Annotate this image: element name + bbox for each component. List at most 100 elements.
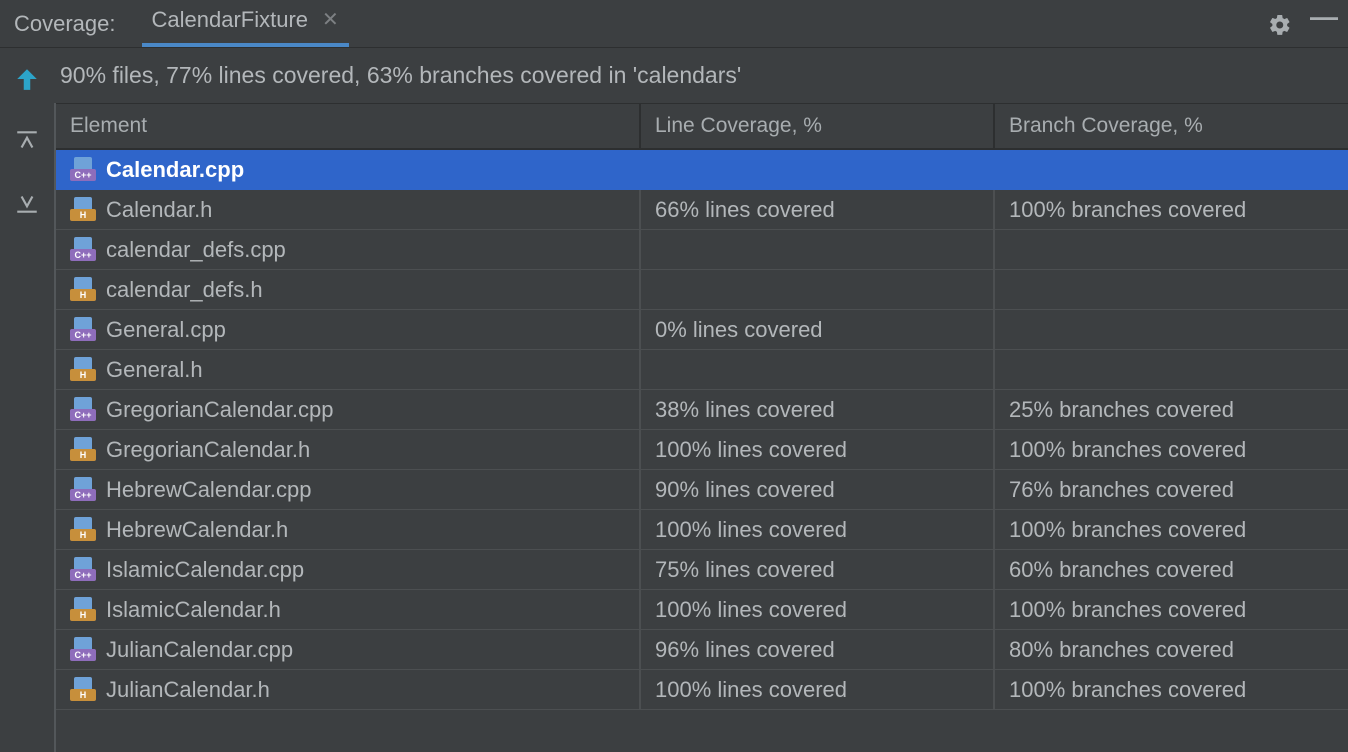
cell-element: HebrewCalendar.cpp (56, 470, 641, 509)
cell-branch-coverage (995, 230, 1348, 269)
cell-line-coverage (641, 150, 995, 189)
table-row[interactable]: GregorianCalendar.h 100% lines covered100… (56, 430, 1348, 470)
gear-icon[interactable] (1268, 13, 1292, 47)
cell-element: Calendar.cpp (56, 150, 641, 189)
table-row[interactable]: GregorianCalendar.cpp 38% lines covered25… (56, 390, 1348, 430)
filename: IslamicCalendar.h (106, 597, 281, 623)
column-line[interactable]: Line Coverage, % (641, 104, 995, 148)
table-row[interactable]: Calendar.h 66% lines covered100% branches… (56, 190, 1348, 230)
cell-branch-coverage: 100% branches covered (995, 430, 1348, 469)
filename: Calendar.h (106, 197, 212, 223)
header-file-icon (70, 517, 96, 543)
filename: IslamicCalendar.cpp (106, 557, 304, 583)
cell-branch-coverage: 80% branches covered (995, 630, 1348, 669)
header-file-icon (70, 357, 96, 383)
tab-label: CalendarFixture (152, 7, 309, 33)
header-file-icon (70, 677, 96, 703)
table-row[interactable]: JulianCalendar.h 100% lines covered100% b… (56, 670, 1348, 710)
table-row[interactable]: calendar_defs.h (56, 270, 1348, 310)
filename: GregorianCalendar.cpp (106, 397, 333, 423)
toolwindow-header: Coverage: CalendarFixture ✕ — (0, 0, 1348, 48)
cell-element: General.h (56, 350, 641, 389)
table-row[interactable]: HebrewCalendar.cpp 90% lines covered76% b… (56, 470, 1348, 510)
tab-calendar-fixture[interactable]: CalendarFixture ✕ (142, 0, 349, 47)
cell-element: calendar_defs.h (56, 270, 641, 309)
cpp-file-icon (70, 477, 96, 503)
filename: HebrewCalendar.cpp (106, 477, 311, 503)
cell-branch-coverage: 100% branches covered (995, 510, 1348, 549)
cpp-file-icon (70, 397, 96, 423)
filename: HebrewCalendar.h (106, 517, 288, 543)
table-row[interactable]: calendar_defs.cpp (56, 230, 1348, 270)
cell-line-coverage: 38% lines covered (641, 390, 995, 429)
cell-branch-coverage: 100% branches covered (995, 670, 1348, 709)
table-row[interactable]: HebrewCalendar.h 100% lines covered100% b… (56, 510, 1348, 550)
cell-line-coverage (641, 230, 995, 269)
cell-line-coverage: 100% lines covered (641, 430, 995, 469)
cell-line-coverage (641, 270, 995, 309)
main-panel: 90% files, 77% lines covered, 63% branch… (54, 48, 1348, 752)
cell-element: GregorianCalendar.cpp (56, 390, 641, 429)
cell-branch-coverage (995, 150, 1348, 189)
filename: General.h (106, 357, 203, 383)
cpp-file-icon (70, 317, 96, 343)
cell-line-coverage: 100% lines covered (641, 510, 995, 549)
table-row[interactable]: Calendar.cpp (56, 150, 1348, 190)
cell-line-coverage: 75% lines covered (641, 550, 995, 589)
table-row[interactable]: General.h (56, 350, 1348, 390)
cell-element: General.cpp (56, 310, 641, 349)
header-file-icon (70, 597, 96, 623)
cell-line-coverage: 90% lines covered (641, 470, 995, 509)
cpp-file-icon (70, 557, 96, 583)
go-up-icon[interactable] (14, 66, 40, 98)
cell-line-coverage: 66% lines covered (641, 190, 995, 229)
cell-element: HebrewCalendar.h (56, 510, 641, 549)
cell-branch-coverage: 76% branches covered (995, 470, 1348, 509)
cell-branch-coverage (995, 270, 1348, 309)
cell-line-coverage: 100% lines covered (641, 590, 995, 629)
cell-branch-coverage (995, 310, 1348, 349)
header-title: Coverage: (14, 11, 116, 47)
cell-branch-coverage: 100% branches covered (995, 590, 1348, 629)
table-row[interactable]: IslamicCalendar.h 100% lines covered100% … (56, 590, 1348, 630)
cell-line-coverage: 0% lines covered (641, 310, 995, 349)
summary-text: 90% files, 77% lines covered, 63% branch… (54, 48, 1348, 103)
filename: JulianCalendar.cpp (106, 637, 293, 663)
cpp-file-icon (70, 637, 96, 663)
cell-branch-coverage: 25% branches covered (995, 390, 1348, 429)
table-header: Element Line Coverage, % Branch Coverage… (56, 103, 1348, 150)
header-file-icon (70, 437, 96, 463)
cell-line-coverage: 96% lines covered (641, 630, 995, 669)
cell-element: JulianCalendar.h (56, 670, 641, 709)
table-row[interactable]: JulianCalendar.cpp 96% lines covered80% b… (56, 630, 1348, 670)
column-element[interactable]: Element (56, 104, 641, 148)
cell-branch-coverage (995, 350, 1348, 389)
flatten-up-icon[interactable] (14, 128, 40, 160)
filename: Calendar.cpp (106, 157, 244, 183)
cell-line-coverage: 100% lines covered (641, 670, 995, 709)
column-branch[interactable]: Branch Coverage, % (995, 104, 1348, 148)
cell-line-coverage (641, 350, 995, 389)
cell-branch-coverage: 60% branches covered (995, 550, 1348, 589)
table-body: Calendar.cppCalendar.h66% lines covered1… (56, 150, 1348, 710)
cell-element: Calendar.h (56, 190, 641, 229)
filename: calendar_defs.h (106, 277, 263, 303)
body: 90% files, 77% lines covered, 63% branch… (0, 48, 1348, 752)
table-row[interactable]: IslamicCalendar.cpp 75% lines covered60% … (56, 550, 1348, 590)
cell-element: IslamicCalendar.cpp (56, 550, 641, 589)
filename: General.cpp (106, 317, 226, 343)
coverage-toolwindow: Coverage: CalendarFixture ✕ — (0, 0, 1348, 752)
header-file-icon (70, 197, 96, 223)
cell-branch-coverage: 100% branches covered (995, 190, 1348, 229)
cell-element: GregorianCalendar.h (56, 430, 641, 469)
cell-element: IslamicCalendar.h (56, 590, 641, 629)
filename: calendar_defs.cpp (106, 237, 286, 263)
close-tab-icon[interactable]: ✕ (322, 7, 339, 32)
filename: GregorianCalendar.h (106, 437, 310, 463)
filename: JulianCalendar.h (106, 677, 270, 703)
header-file-icon (70, 277, 96, 303)
table-row[interactable]: General.cpp 0% lines covered (56, 310, 1348, 350)
hide-toolwindow-icon[interactable]: — (1310, 1, 1336, 47)
cpp-file-icon (70, 157, 96, 183)
flatten-down-icon[interactable] (14, 190, 40, 222)
